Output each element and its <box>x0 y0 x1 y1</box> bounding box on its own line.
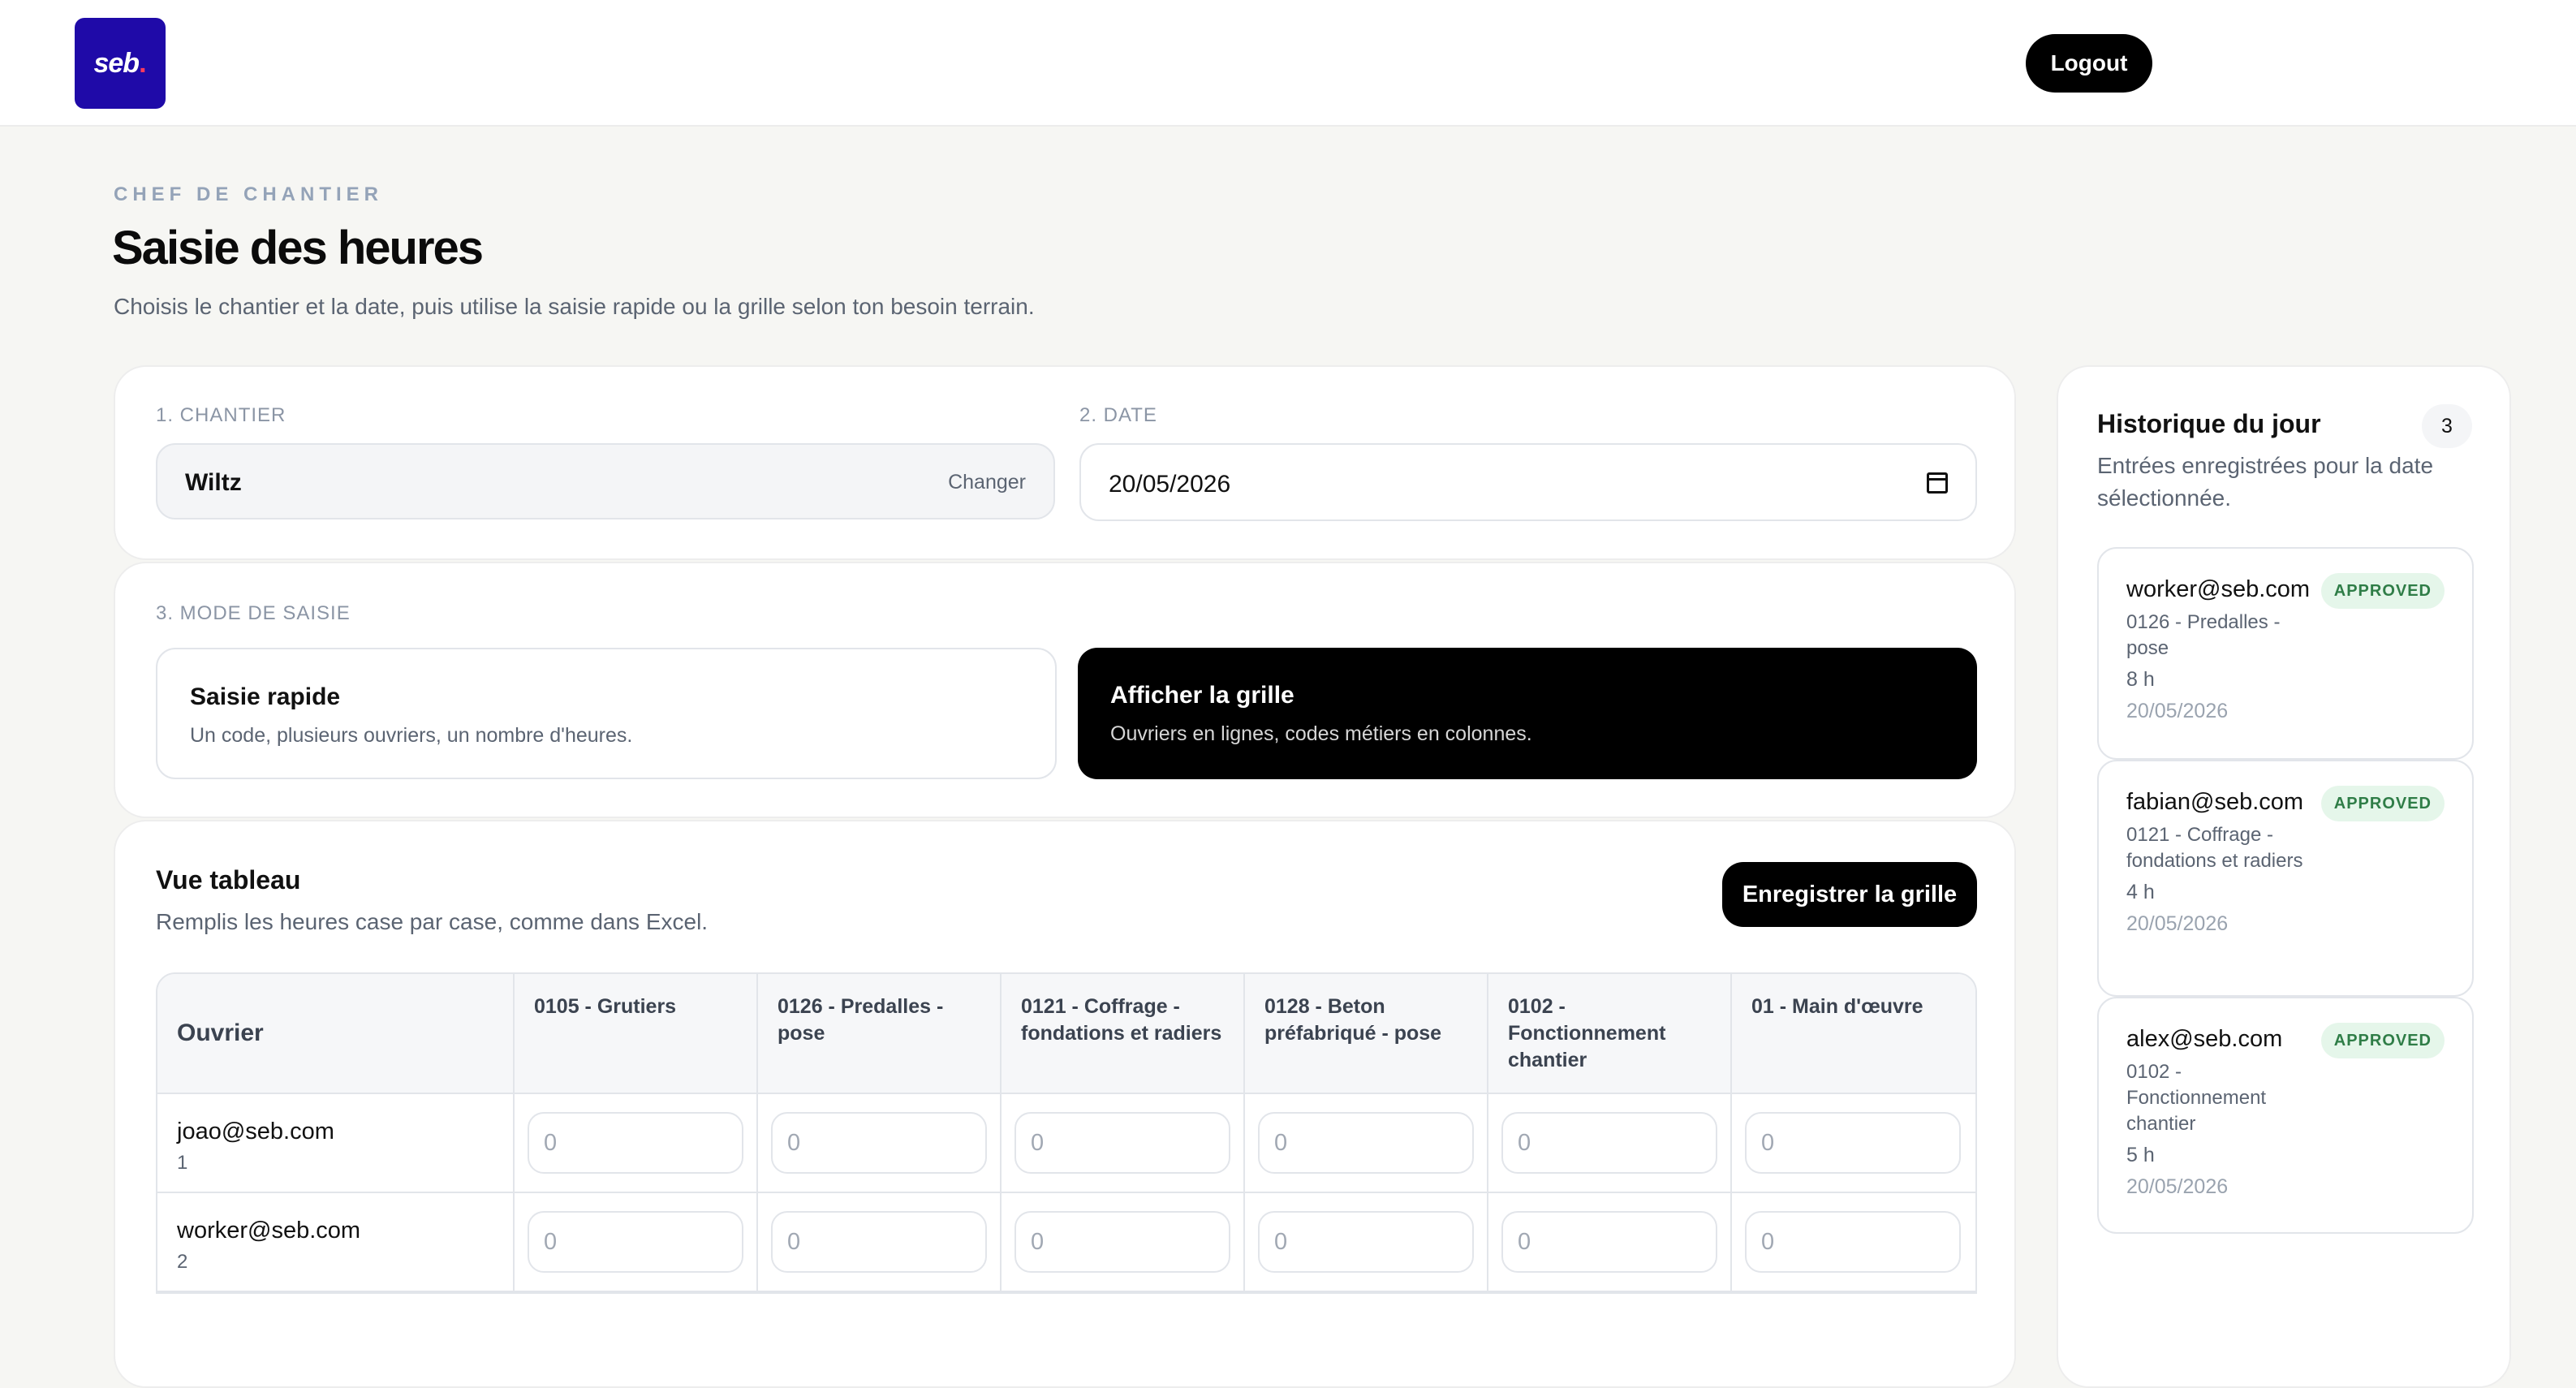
worker-number: 1 <box>177 1152 188 1174</box>
history-item-date: 20/05/2026 <box>2126 912 2229 935</box>
status-badge: APPROVED <box>2320 1023 2445 1058</box>
mode-quick-title: Saisie rapide <box>190 683 341 710</box>
table-subtitle: Remplis les heures case par case, comme … <box>156 909 709 934</box>
page-eyebrow: CHEF DE CHANTIER <box>114 183 384 205</box>
mode-grid-title: Afficher la grille <box>1110 682 1294 709</box>
table-card: Vue tableau Remplis les heures case par … <box>114 820 2016 1388</box>
date-input[interactable]: 20/05/2026 <box>1079 443 1977 521</box>
hours-grid: Ouvrier 0105 - Grutiers 0126 - Predalles… <box>156 972 1977 1294</box>
hours-input[interactable] <box>528 1112 743 1174</box>
worker-email: worker@seb.com <box>177 1218 361 1244</box>
history-item-date: 20/05/2026 <box>2126 1175 2229 1198</box>
grid-header-row: Ouvrier 0105 - Grutiers 0126 - Predalles… <box>157 974 1975 1094</box>
hours-input[interactable] <box>1501 1211 1717 1273</box>
worker-cell: joao@seb.com 1 <box>157 1094 515 1192</box>
logo[interactable]: seb. <box>75 18 166 109</box>
worker-email: joao@seb.com <box>177 1119 334 1144</box>
top-bar: seb. Logout <box>0 0 2576 127</box>
column-header-code: 0102 - Fonctionnement chantier <box>1488 974 1732 1093</box>
history-item-code: 0126 - Predalles - pose <box>2126 611 2281 659</box>
column-header-ouvrier: Ouvrier <box>157 974 515 1093</box>
history-item-code: 0102 - Fonctionnement chantier <box>2126 1061 2267 1135</box>
status-badge: APPROVED <box>2320 573 2445 609</box>
hours-input[interactable] <box>1014 1112 1230 1174</box>
history-item-hours: 4 h <box>2126 881 2155 903</box>
date-value: 20/05/2026 <box>1109 471 1231 498</box>
hours-input[interactable] <box>1258 1112 1474 1174</box>
chantier-field[interactable]: Wiltz Changer <box>156 443 1055 519</box>
mode-grid-button[interactable]: Afficher la grille Ouvriers en lignes, c… <box>1078 648 1977 779</box>
date-label: 2. DATE <box>1079 404 1157 426</box>
chantier-value: Wiltz <box>185 469 242 496</box>
column-header-code: 01 - Main d'œuvre <box>1751 995 1923 1018</box>
hours-input[interactable] <box>1745 1211 1961 1273</box>
column-header-code: 0105 - Grutiers <box>515 974 758 1093</box>
hours-input[interactable] <box>771 1211 987 1273</box>
column-header-code: 0128 - Beton préfabriqué - pose <box>1245 974 1488 1093</box>
hours-input[interactable] <box>771 1112 987 1174</box>
hours-input[interactable] <box>1501 1112 1717 1174</box>
mode-grid-desc: Ouvriers en lignes, codes métiers en col… <box>1110 722 1532 745</box>
mode-quick-desc: Un code, plusieurs ouvriers, un nombre d… <box>190 724 633 747</box>
table-row: worker@seb.com 2 <box>157 1193 1975 1292</box>
worker-number: 2 <box>177 1251 188 1273</box>
history-title: Historique du jour <box>2097 409 2321 438</box>
status-badge: APPROVED <box>2320 786 2445 821</box>
history-subtitle: Entrées enregistrées pour la date sélect… <box>2097 453 2434 511</box>
mode-quick-button[interactable]: Saisie rapide Un code, plusieurs ouvrier… <box>156 648 1057 779</box>
column-header-code: 0126 - Predalles - pose <box>758 974 1002 1093</box>
history-item-hours: 8 h <box>2126 668 2155 691</box>
history-item[interactable]: worker@seb.com 0126 - Predalles - pose 8… <box>2097 547 2474 760</box>
hours-input[interactable] <box>1014 1211 1230 1273</box>
history-list: worker@seb.com 0126 - Predalles - pose 8… <box>2097 547 2474 1234</box>
history-count-badge: 3 <box>2422 404 2472 448</box>
history-item[interactable]: fabian@seb.com 0121 - Coffrage - fondati… <box>2097 760 2474 997</box>
changer-button[interactable]: Changer <box>948 471 1026 494</box>
table-row: joao@seb.com 1 <box>157 1094 1975 1193</box>
table-title: Vue tableau <box>156 865 301 894</box>
history-item-date: 20/05/2026 <box>2126 700 2229 722</box>
history-panel: Historique du jour 3 Entrées enregistrée… <box>2057 365 2511 1388</box>
mode-label: 3. MODE DE SAISIE <box>156 602 351 624</box>
selection-card: 1. CHANTIER Wiltz Changer 2. DATE 20/05/… <box>114 365 2016 560</box>
calendar-icon[interactable] <box>1927 472 1948 494</box>
hours-input[interactable] <box>528 1211 743 1273</box>
mode-card: 3. MODE DE SAISIE Saisie rapide Un code,… <box>114 562 2016 818</box>
save-grid-button[interactable]: Enregistrer la grille <box>1722 862 1977 927</box>
hours-input[interactable] <box>1258 1211 1474 1273</box>
hours-input[interactable] <box>1745 1112 1961 1174</box>
history-item-hours: 5 h <box>2126 1144 2155 1166</box>
history-item[interactable]: alex@seb.com 0102 - Fonctionnement chant… <box>2097 997 2474 1234</box>
logout-button[interactable]: Logout <box>2026 34 2152 93</box>
column-header-code: 0121 - Coffrage - fondations et radiers <box>1002 974 1245 1093</box>
logo-text: seb <box>93 47 140 79</box>
history-item-code: 0121 - Coffrage - fondations et radiers <box>2126 824 2303 872</box>
page-title: Saisie des heures <box>112 222 484 274</box>
logo-dot: . <box>139 47 147 79</box>
chantier-label: 1. CHANTIER <box>156 404 286 426</box>
page-subtitle: Choisis le chantier et la date, puis uti… <box>114 294 1035 319</box>
worker-cell: worker@seb.com 2 <box>157 1193 515 1291</box>
